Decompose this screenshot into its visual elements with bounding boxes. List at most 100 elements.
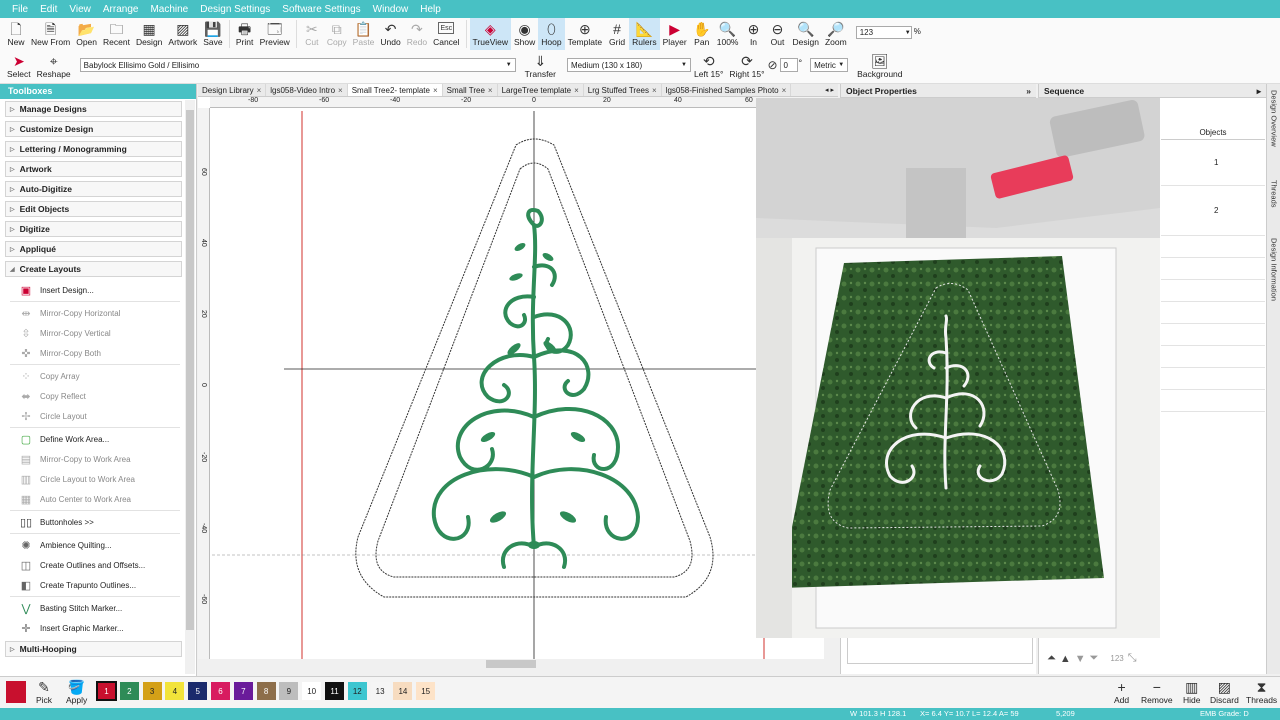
thread-swatch[interactable]: 14: [393, 682, 413, 700]
rotate-right-15-button[interactable]: ⟳ Right 15°: [726, 50, 767, 82]
zoom-100-button[interactable]: 🔍 100%: [714, 18, 742, 50]
canvas-horizontal-scrollbar[interactable]: [198, 659, 824, 669]
units-select[interactable]: Metric ▼: [810, 58, 849, 72]
copy-button[interactable]: ⧉ Copy: [324, 18, 350, 50]
zoom-design-button[interactable]: 🔍 Design: [789, 18, 821, 50]
current-color-swatch[interactable]: [6, 681, 26, 703]
hide-button[interactable]: ▥ Hide: [1183, 679, 1200, 705]
mirror-copy-vertical-item[interactable]: ⇳ Mirror-Copy Vertical: [18, 323, 196, 343]
section-artwork[interactable]: ▷ Artwork: [5, 161, 182, 177]
mirror-copy-both-item[interactable]: ✜ Mirror-Copy Both: [18, 343, 196, 363]
reshape-tool-button[interactable]: ⌖ Reshape: [34, 50, 74, 82]
define-work-area-item[interactable]: ▢ Define Work Area...: [18, 429, 196, 449]
tab-scroll-arrows[interactable]: ◂ ▸: [825, 86, 834, 94]
undo-button[interactable]: ↶ Undo: [377, 18, 403, 50]
toolbox-scrollbar[interactable]: [185, 100, 195, 674]
thread-swatch[interactable]: 9: [279, 682, 299, 700]
design-button[interactable]: ▦ Design: [133, 18, 165, 50]
thread-swatch[interactable]: 2: [119, 682, 139, 700]
pan-button[interactable]: ✋ Pan: [690, 18, 714, 50]
scrollbar-thumb[interactable]: [486, 660, 536, 668]
zoom-level-input[interactable]: 123 ▼: [855, 26, 912, 39]
close-icon[interactable]: ×: [488, 86, 493, 95]
cut-button[interactable]: ✂ Cut: [300, 18, 324, 50]
hoop-button[interactable]: ⬯ Hoop: [538, 18, 565, 50]
rotate-left-15-button[interactable]: ⟲ Left 15°: [691, 50, 726, 82]
section-edit-objects[interactable]: ▷ Edit Objects: [5, 201, 182, 217]
artwork-button[interactable]: ▨ Artwork: [165, 18, 200, 50]
sequence-row[interactable]: 2: [1161, 186, 1265, 236]
scrollbar-thumb[interactable]: [186, 110, 194, 630]
font-select[interactable]: Babylock Ellisimo Gold / Ellisimo ▼: [79, 58, 516, 72]
thread-swatch[interactable]: 13: [370, 682, 390, 700]
create-outlines-item[interactable]: ◫ Create Outlines and Offsets...: [18, 555, 196, 575]
tab-lrg-stuffed-trees[interactable]: Lrg Stuffed Trees ×: [584, 84, 662, 96]
thread-swatch[interactable]: 5: [188, 682, 208, 700]
close-icon[interactable]: ×: [257, 86, 262, 95]
copy-array-item[interactable]: ⁘ Copy Array: [18, 366, 196, 386]
thread-swatch[interactable]: 10: [302, 682, 322, 700]
section-customize-design[interactable]: ▷ Customize Design: [5, 121, 182, 137]
tab-design-library[interactable]: Design Library ×: [198, 84, 267, 96]
select-tool-button[interactable]: ➤ Select: [4, 50, 34, 82]
open-button[interactable]: 📂 Open: [73, 18, 100, 50]
tab-design-overview[interactable]: Design Overview: [1267, 90, 1280, 174]
paste-button[interactable]: 📋 Paste: [350, 18, 378, 50]
mirror-copy-horizontal-item[interactable]: ⇹ Mirror-Copy Horizontal: [18, 303, 196, 323]
collapse-icon[interactable]: ⤡: [1128, 652, 1137, 665]
background-button[interactable]: 🖼 Background: [854, 50, 905, 82]
thread-swatch[interactable]: 11: [325, 682, 344, 700]
embroidery-tree[interactable]: [431, 208, 641, 569]
add-thread-button[interactable]: + Add: [1114, 679, 1129, 705]
thread-swatch[interactable]: 6: [211, 682, 230, 700]
rulers-button[interactable]: 📐 Rulers: [629, 18, 660, 50]
close-icon[interactable]: ×: [338, 86, 343, 95]
section-digitize[interactable]: ▷ Digitize: [5, 221, 182, 237]
tab-finished-samples[interactable]: lgs058-Finished Samples Photo ×: [662, 84, 792, 96]
template-button[interactable]: ⊕ Template: [565, 18, 606, 50]
preview-button[interactable]: 🗔 Preview: [257, 18, 293, 50]
discard-button[interactable]: ▨ Discard: [1210, 679, 1239, 705]
panel-expand-icon[interactable]: ▸: [1257, 86, 1261, 96]
ambience-quilting-item[interactable]: ✺ Ambience Quilting...: [18, 535, 196, 555]
auto-center-item[interactable]: ▦ Auto Center to Work Area: [18, 489, 196, 509]
tab-small-tree2-template[interactable]: Small Tree2- template ×: [347, 84, 443, 96]
tab-video-intro[interactable]: lgs058-Video Intro ×: [266, 84, 348, 96]
thread-swatch[interactable]: 8: [256, 682, 276, 700]
panel-expand-icon[interactable]: »: [1026, 86, 1031, 96]
show-button[interactable]: ◉ Show: [511, 18, 538, 50]
copy-reflect-item[interactable]: ⬌ Copy Reflect: [18, 386, 196, 406]
menu-edit[interactable]: Edit: [34, 4, 63, 15]
tab-large-tree-template[interactable]: LargeTree template ×: [498, 84, 584, 96]
trueview-button[interactable]: ◈ TrueView: [469, 18, 511, 50]
save-button[interactable]: 💾 Save: [200, 18, 225, 50]
zoom-out-button[interactable]: ⊖ Out: [765, 18, 789, 50]
menu-window[interactable]: Window: [367, 4, 415, 15]
apply-color-button[interactable]: 🪣 Apply: [66, 679, 87, 705]
transfer-button[interactable]: ⇓ Transfer: [522, 50, 559, 82]
menu-file[interactable]: File: [6, 4, 34, 15]
sequence-row[interactable]: 1: [1161, 140, 1265, 186]
thread-swatch[interactable]: 15: [416, 682, 436, 700]
trapunto-item[interactable]: ◧ Create Trapunto Outlines...: [18, 575, 196, 595]
close-icon[interactable]: ×: [652, 86, 657, 95]
print-button[interactable]: 🖶 Print: [233, 18, 257, 50]
cancel-button[interactable]: Esc Cancel: [430, 18, 462, 50]
grid-button[interactable]: # Grid: [605, 18, 629, 50]
insert-design-item[interactable]: ▣ Insert Design...: [18, 280, 196, 300]
threads-button[interactable]: ⧗ Threads: [1246, 679, 1277, 705]
section-lettering[interactable]: ▷ Lettering / Monogramming: [5, 141, 182, 157]
menu-machine[interactable]: Machine: [144, 4, 194, 15]
zoom-in-button[interactable]: ⊕ In: [741, 18, 765, 50]
thread-swatch[interactable]: 4: [165, 682, 185, 700]
menu-software-settings[interactable]: Software Settings: [276, 4, 366, 15]
close-icon[interactable]: ×: [433, 86, 438, 95]
new-button[interactable]: 🗋 New: [4, 18, 28, 50]
mirror-to-work-area-item[interactable]: ▤ Mirror-Copy to Work Area: [18, 449, 196, 469]
menu-view[interactable]: View: [63, 4, 97, 15]
zoom-button[interactable]: 🔎 Zoom: [822, 18, 850, 50]
move-to-top-icon[interactable]: ⏶: [1047, 652, 1056, 665]
thread-swatch[interactable]: 1: [96, 681, 117, 701]
section-applique[interactable]: ▷ Appliqué: [5, 241, 182, 257]
move-to-bottom-icon[interactable]: ⏷: [1090, 652, 1099, 665]
